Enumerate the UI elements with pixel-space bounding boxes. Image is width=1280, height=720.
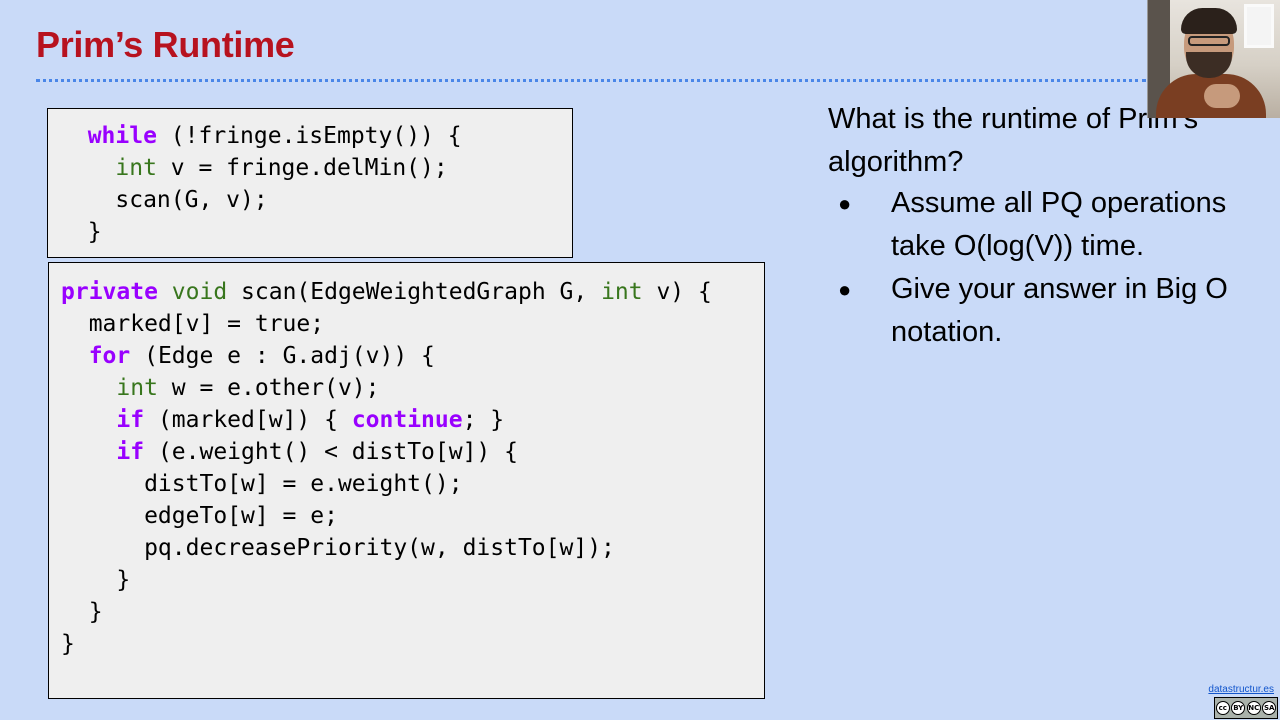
- code-token: (e.weight() < distTo[w]) {: [144, 439, 518, 465]
- code-token: w = e.other(v);: [157, 375, 380, 401]
- license-badge: cc BY NC SA: [1214, 697, 1278, 719]
- code-line: int v = fringe.delMin();: [60, 152, 448, 184]
- bullet-list: ● Assume all PQ operations take O(log(V)…: [836, 182, 1276, 354]
- code-line: if (marked[w]) { continue; }: [61, 404, 504, 436]
- bullet-item: ● Give your answer in Big O notation.: [836, 268, 1276, 354]
- bullet-dot: ●: [838, 191, 852, 216]
- code-line: pq.decreasePriority(w, distTo[w]);: [61, 532, 615, 564]
- cc-icon: cc: [1215, 701, 1230, 715]
- code-line: }: [60, 216, 102, 248]
- code-line: private void scan(EdgeWeightedGraph G, i…: [61, 276, 712, 308]
- code-keyword: if: [116, 439, 145, 465]
- bullet-text: Give your answer in Big O notation.: [891, 273, 1228, 348]
- code-line: if (e.weight() < distTo[w]) {: [61, 436, 518, 468]
- code-line: edgeTo[w] = e;: [61, 500, 338, 532]
- code-line: for (Edge e : G.adj(v)) {: [61, 340, 435, 372]
- code-block-loop: while (!fringe.isEmpty()) { int v = frin…: [47, 108, 573, 258]
- title-divider: [36, 79, 1146, 82]
- code-block-scan: private void scan(EdgeWeightedGraph G, i…: [48, 262, 765, 699]
- bullet-text: Assume all PQ operations take O(log(V)) …: [891, 187, 1227, 262]
- code-line: marked[v] = true;: [61, 308, 324, 340]
- footer-link[interactable]: datastructur.es: [1208, 684, 1274, 695]
- code-line: distTo[w] = e.weight();: [61, 468, 463, 500]
- code-token: }: [60, 219, 102, 245]
- code-type: int: [601, 279, 643, 305]
- code-token: v) {: [642, 279, 712, 305]
- code-token: scan(EdgeWeightedGraph G,: [227, 279, 602, 305]
- code-token: (!fringe.isEmpty()) {: [156, 123, 462, 149]
- code-token: marked[v] = true;: [61, 311, 325, 337]
- code-line: }: [61, 564, 130, 596]
- code-token: (marked[w]) {: [144, 407, 352, 433]
- nc-icon: NC: [1246, 701, 1261, 715]
- code-keyword: private: [61, 279, 158, 305]
- code-line: }: [61, 596, 103, 628]
- code-keyword: continue: [351, 407, 463, 433]
- code-token: pq.decreasePriority(w, distTo[w]);: [61, 535, 615, 561]
- code-token: distTo[w] = e.weight();: [61, 471, 463, 497]
- bullet-item: ● Assume all PQ operations take O(log(V)…: [836, 182, 1276, 268]
- code-type: int: [116, 375, 158, 401]
- sa-icon: SA: [1262, 701, 1277, 715]
- code-line: while (!fringe.isEmpty()) {: [60, 120, 462, 152]
- code-token: (Edge e : G.adj(v)) {: [130, 343, 435, 369]
- code-type: int: [115, 155, 157, 181]
- code-keyword: if: [116, 407, 145, 433]
- code-line: scan(G, v);: [60, 184, 268, 216]
- code-token: scan(G, v);: [60, 187, 268, 213]
- code-line: }: [61, 628, 75, 660]
- code-type: void: [171, 279, 228, 305]
- code-token: v = fringe.delMin();: [156, 155, 448, 181]
- code-token: }: [61, 599, 103, 625]
- code-token: edgeTo[w] = e;: [61, 503, 338, 529]
- slide-title: Prim’s Runtime: [36, 24, 295, 65]
- code-keyword: for: [88, 343, 131, 369]
- code-token: }: [61, 567, 131, 593]
- bullet-dot: ●: [838, 277, 852, 302]
- code-keyword: while: [87, 123, 157, 149]
- code-token: ; }: [462, 407, 505, 433]
- code-token: }: [61, 631, 75, 657]
- code-line: int w = e.other(v);: [61, 372, 380, 404]
- by-icon: BY: [1231, 701, 1246, 715]
- webcam-overlay: [1147, 0, 1280, 118]
